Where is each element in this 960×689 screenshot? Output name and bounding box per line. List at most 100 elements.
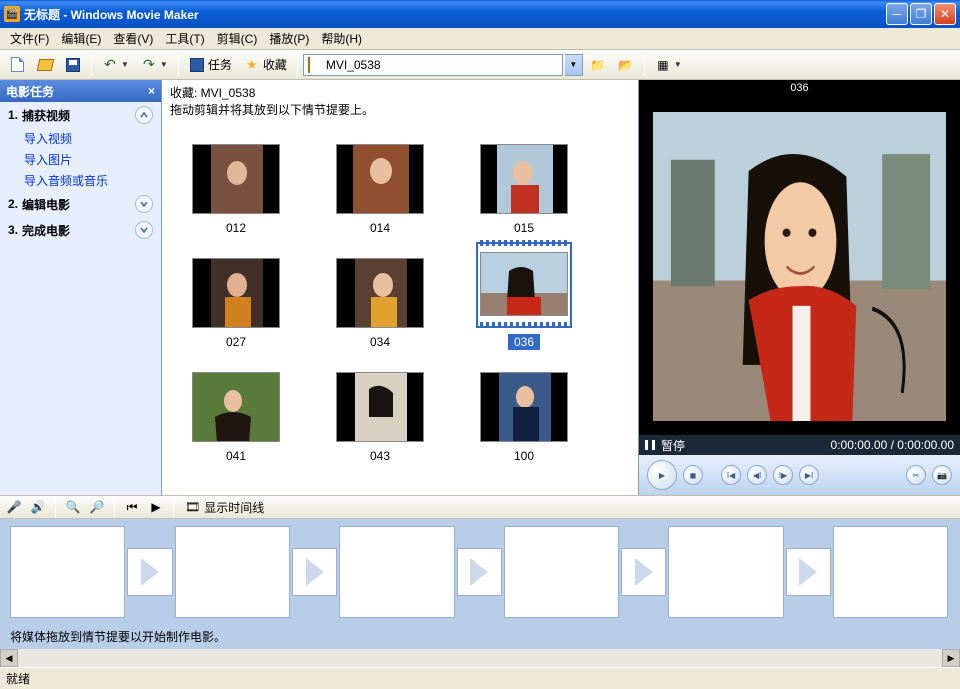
thumb-label: 012	[220, 220, 252, 236]
mic-icon: 🎤	[7, 500, 22, 514]
collection-hint: 拖动剪辑并将其放到以下情节提要上。	[170, 103, 374, 117]
scroll-right-button[interactable]: ▶	[942, 649, 960, 667]
transition-slot[interactable]	[127, 548, 172, 596]
menu-tools[interactable]: 工具(T)	[159, 28, 210, 49]
transition-slot[interactable]	[786, 548, 831, 596]
minimize-button[interactable]: ─	[886, 3, 908, 25]
chevron-down-icon[interactable]	[135, 221, 153, 239]
save-button[interactable]	[60, 53, 86, 77]
folder-icon	[308, 58, 322, 72]
menubar: 文件(F) 编辑(E) 查看(V) 工具(T) 剪辑(C) 播放(P) 帮助(H…	[0, 28, 960, 50]
tasks-header-label: 电影任务	[6, 83, 54, 100]
collection-label: 收藏	[263, 56, 287, 73]
transition-slot[interactable]	[292, 548, 337, 596]
maximize-button[interactable]: ❐	[910, 3, 932, 25]
levels-icon: 🔊	[31, 500, 46, 514]
thumb-label: 034	[364, 334, 396, 350]
collection-pane: 收藏: MVI_0538 拖动剪辑并将其放到以下情节提要上。 012 014 0…	[162, 80, 638, 495]
toolbar: ↶▼ ↷▼ 任务 ★ 收藏 MVI_0538 ▼ 📁 📂 ▦▼	[0, 50, 960, 80]
split-button[interactable]: ✂	[906, 465, 926, 485]
clip-thumb[interactable]: 015	[454, 126, 594, 236]
up-folder-icon: 📁	[590, 57, 606, 73]
undo-button[interactable]: ↶▼	[97, 53, 134, 77]
snapshot-button[interactable]: 📷	[932, 465, 952, 485]
preview-time: 0:00:00.00 / 0:00:00.00	[831, 438, 954, 453]
scroll-left-button[interactable]: ◀	[0, 649, 18, 667]
clip-thumb[interactable]: 014	[310, 126, 450, 236]
thumb-image	[336, 144, 424, 214]
storyboard: 将媒体拖放到情节提要以开始制作电影。 ◀ ▶	[0, 519, 960, 667]
clip-thumb[interactable]: 041	[166, 354, 306, 464]
audio-levels-button[interactable]: 🔊	[28, 497, 48, 517]
preview-image	[653, 112, 946, 421]
collection-select-dropdown[interactable]: ▼	[565, 54, 583, 76]
rewind-button[interactable]: ⏮	[122, 497, 142, 517]
scroll-track[interactable]	[18, 649, 942, 667]
menu-clip[interactable]: 剪辑(C)	[211, 28, 264, 49]
next-clip-button[interactable]: ▶I	[799, 465, 819, 485]
storyboard-hint: 将媒体拖放到情节提要以开始制作电影。	[0, 624, 960, 649]
collection-button[interactable]: ★ 收藏	[239, 53, 292, 77]
chevron-up-icon[interactable]	[135, 106, 153, 124]
zoom-out-button[interactable]: 🔎	[87, 497, 107, 517]
transition-slot[interactable]	[621, 548, 666, 596]
task-section-capture[interactable]: 1. 捕获视频	[0, 102, 161, 128]
storyboard-strip[interactable]	[0, 519, 960, 624]
menu-view[interactable]: 查看(V)	[107, 28, 159, 49]
zoom-in-icon: 🔍	[66, 500, 81, 514]
view-mode-button[interactable]: ▦▼	[650, 53, 687, 77]
tasks-close-icon[interactable]: ×	[148, 84, 155, 98]
task-section-edit[interactable]: 2. 编辑电影	[0, 191, 161, 217]
thumb-image	[192, 372, 280, 442]
tasks-button[interactable]: 任务	[184, 53, 237, 77]
clip-thumb[interactable]: 100	[454, 354, 594, 464]
play-button[interactable]: ▶	[647, 460, 677, 490]
redo-button[interactable]: ↷▼	[136, 53, 173, 77]
up-level-button[interactable]: 📁	[585, 53, 611, 77]
prev-clip-button[interactable]: I◀	[721, 465, 741, 485]
zoom-in-button[interactable]: 🔍	[63, 497, 83, 517]
clip-thumb[interactable]: 043	[310, 354, 450, 464]
storyboard-slot[interactable]	[175, 526, 290, 618]
storyboard-slot[interactable]	[668, 526, 783, 618]
task-section-finish[interactable]: 3. 完成电影	[0, 217, 161, 243]
stop-button[interactable]: ◼	[683, 465, 703, 485]
step-back-button[interactable]: ◀I	[747, 465, 767, 485]
storyboard-slot[interactable]	[339, 526, 454, 618]
zoom-out-icon: 🔎	[90, 500, 105, 514]
save-icon	[65, 57, 81, 73]
clip-thumb[interactable]: 034	[310, 240, 450, 350]
task-import-audio[interactable]: 导入音频或音乐	[0, 170, 161, 191]
storyboard-scrollbar[interactable]: ◀ ▶	[0, 649, 960, 667]
menu-play[interactable]: 播放(P)	[263, 28, 315, 49]
narrate-button[interactable]: 🎤	[4, 497, 24, 517]
thumb-label: 036	[508, 334, 540, 350]
play-timeline-button[interactable]: ▶	[146, 497, 166, 517]
menu-file[interactable]: 文件(F)	[4, 28, 55, 49]
transition-icon	[635, 558, 653, 586]
preview-controls: ▶ ◼ I◀ ◀I I▶ ▶I ✂ 📷	[639, 455, 960, 495]
new-button[interactable]	[4, 53, 30, 77]
show-timeline-button[interactable]: 🎞 显示时间线	[181, 499, 268, 516]
transition-slot[interactable]	[457, 548, 502, 596]
clip-thumb[interactable]: 012	[166, 126, 306, 236]
menu-help[interactable]: 帮助(H)	[315, 28, 368, 49]
window-title: 无标题 - Windows Movie Maker	[24, 6, 886, 23]
task-import-picture[interactable]: 导入图片	[0, 149, 161, 170]
new-folder-button[interactable]: 📂	[613, 53, 639, 77]
step-fwd-button[interactable]: I▶	[773, 465, 793, 485]
collection-select[interactable]: MVI_0538	[303, 54, 563, 76]
thumb-image	[336, 372, 424, 442]
clip-thumb[interactable]: 027	[166, 240, 306, 350]
thumb-image	[336, 258, 424, 328]
clip-thumb-selected[interactable]: 036	[454, 240, 594, 350]
chevron-down-icon[interactable]	[135, 195, 153, 213]
storyboard-slot[interactable]	[10, 526, 125, 618]
storyboard-slot[interactable]	[504, 526, 619, 618]
task-import-video[interactable]: 导入视频	[0, 128, 161, 149]
menu-edit[interactable]: 编辑(E)	[55, 28, 107, 49]
storyboard-slot[interactable]	[833, 526, 948, 618]
preview-title: 036	[639, 80, 960, 98]
close-button[interactable]: ✕	[934, 3, 956, 25]
open-button[interactable]	[32, 53, 58, 77]
